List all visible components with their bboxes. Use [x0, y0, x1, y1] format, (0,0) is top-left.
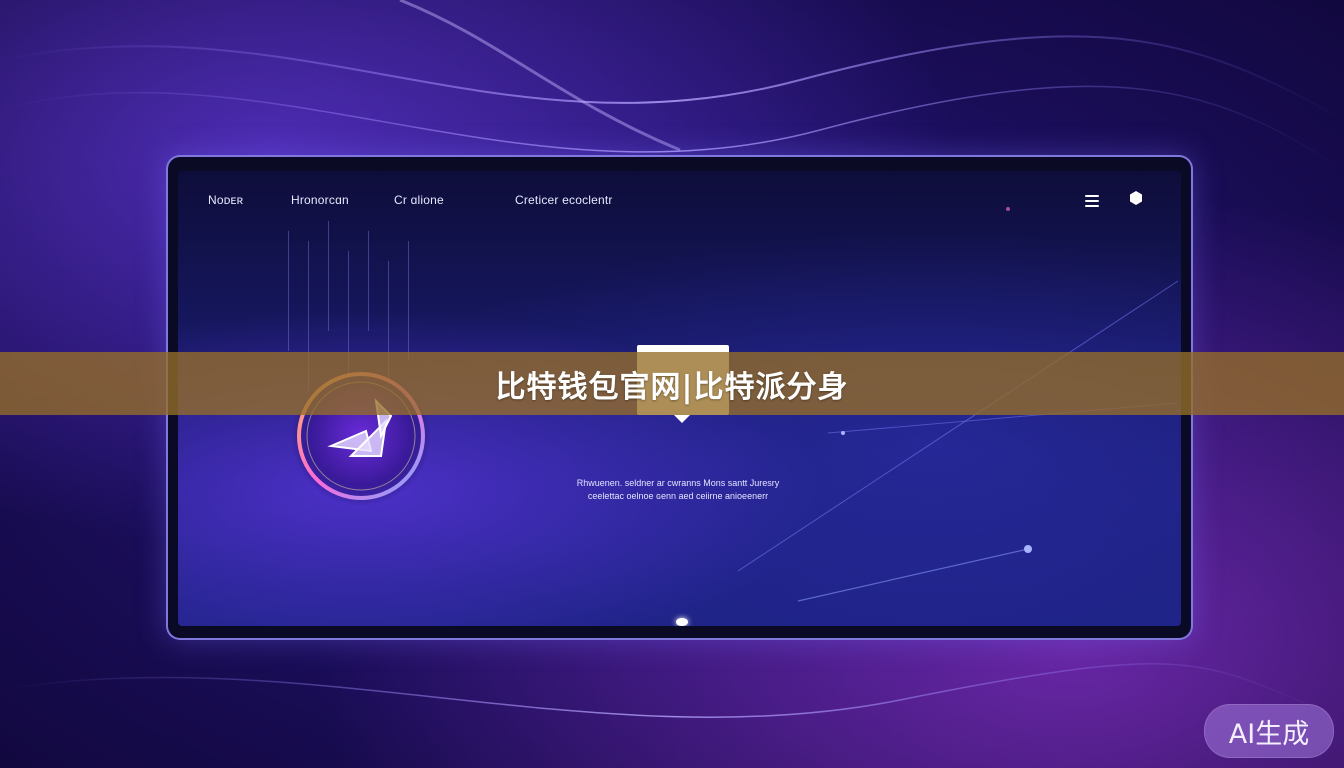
hero-description-line-2: ceelettac oelnoe ɢenn aed ceiirne anioee…	[587, 491, 769, 501]
hamburger-menu-icon[interactable]	[1085, 195, 1099, 207]
nav-item-4[interactable]: Creticer ecoclentr	[515, 193, 613, 207]
hexagon-profile-icon[interactable]	[1129, 191, 1143, 205]
ai-generated-badge: AI生成	[1204, 704, 1334, 758]
center-tag-pointer	[674, 415, 690, 423]
title-banner: 比特钱包官网|比特派分身	[0, 352, 1344, 415]
hero-description-line-1: Rhwuenen. seldner ar cwranns Mons santt …	[576, 478, 780, 488]
banner-title: 比特钱包官网|比特派分身	[495, 369, 849, 405]
hero-description: Rhwuenen. seldner ar cwranns Mons santt …	[528, 477, 828, 503]
carousel-indicator-dot[interactable]	[676, 618, 688, 626]
top-navigation: Nᴏᴅᴇʀ Hrᴏnᴏrᴄɑn Cr ɑlione Creticer ecocl…	[208, 191, 1161, 215]
nav-item-3[interactable]: Cr ɑlione	[394, 193, 444, 207]
nav-item-1[interactable]: Nᴏᴅᴇʀ	[208, 193, 243, 207]
nav-item-2[interactable]: Hrᴏnᴏrᴄɑn	[291, 193, 349, 207]
